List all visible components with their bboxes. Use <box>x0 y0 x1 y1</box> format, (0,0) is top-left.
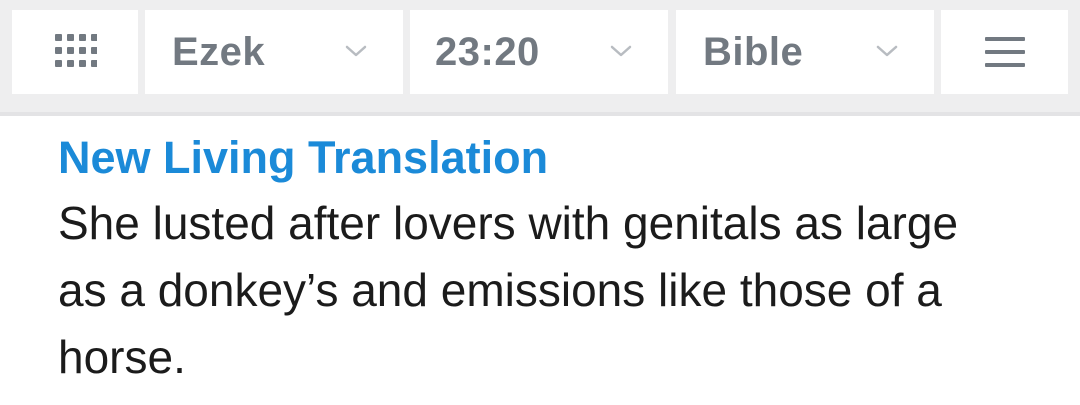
apps-button[interactable] <box>12 10 138 94</box>
chapter-verse-selector[interactable]: 23:20 <box>410 10 668 94</box>
chevron-down-icon <box>345 45 367 57</box>
version-label: Bible <box>703 30 804 74</box>
verse-text: She lusted after lovers with genitals as… <box>58 197 959 383</box>
version-selector[interactable]: Bible <box>676 10 934 94</box>
chevron-down-icon <box>876 45 898 57</box>
translation-title[interactable]: New Living Translation <box>58 131 548 185</box>
hamburger-menu-icon <box>984 37 1025 67</box>
top-toolbar: Ezek 23:20 Bible <box>0 0 1080 112</box>
book-label: Ezek <box>172 30 266 74</box>
grid-icon <box>55 34 97 67</box>
book-selector[interactable]: Ezek <box>145 10 403 94</box>
chevron-down-icon <box>610 45 632 57</box>
toolbar-divider <box>0 112 1080 116</box>
chapter-verse-label: 23:20 <box>435 30 540 74</box>
menu-button[interactable] <box>941 10 1068 94</box>
